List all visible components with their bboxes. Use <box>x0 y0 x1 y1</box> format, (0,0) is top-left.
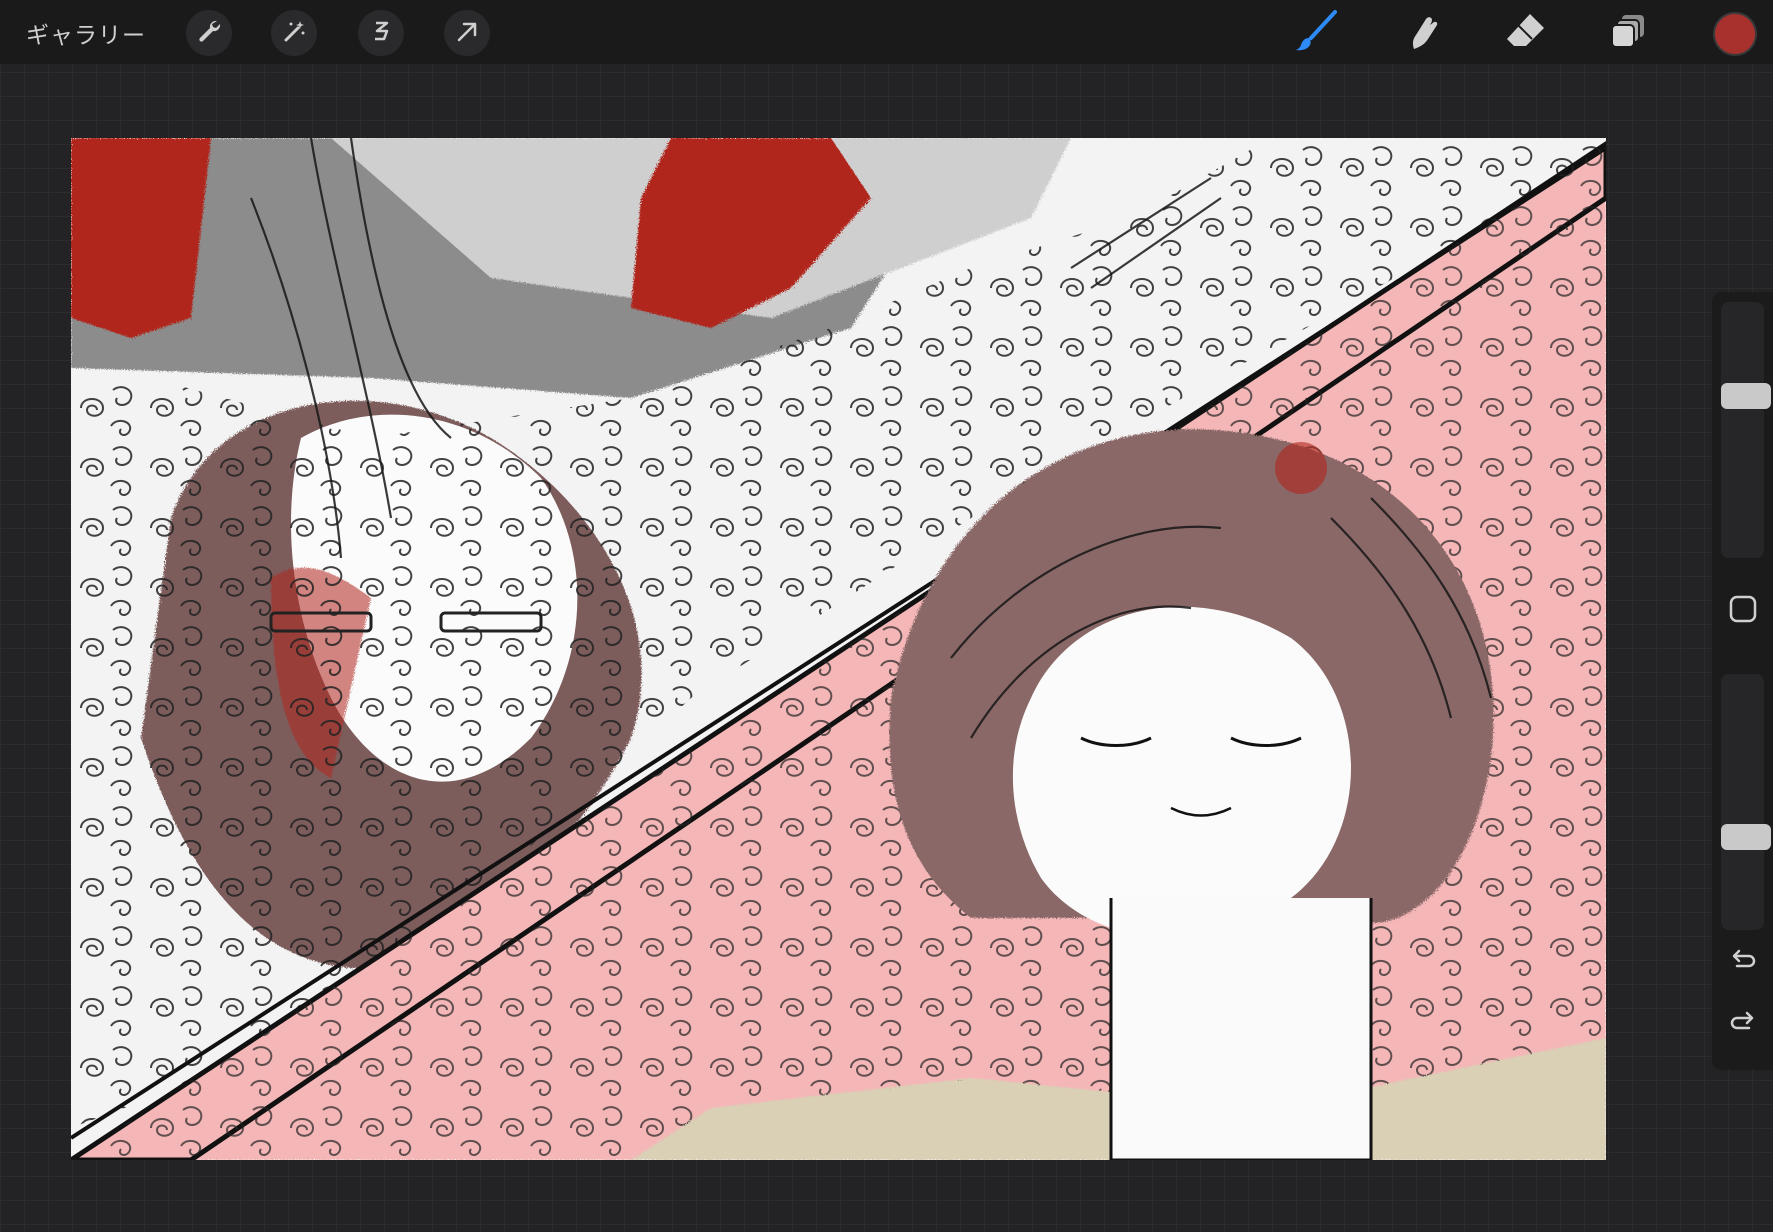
selection-button[interactable] <box>358 10 404 56</box>
redo-button[interactable] <box>1728 1008 1758 1038</box>
brush-icon <box>1294 9 1338 57</box>
gallery-button[interactable]: ギャラリー <box>26 16 146 50</box>
color-swatch-button[interactable] <box>1715 14 1755 54</box>
eraser-icon <box>1504 10 1546 56</box>
drawing-canvas[interactable] <box>71 138 1606 1160</box>
layers-button[interactable] <box>1603 8 1653 58</box>
brush-button[interactable] <box>1291 8 1341 58</box>
wrench-icon <box>196 18 222 48</box>
brush-size-slider[interactable] <box>1721 302 1771 558</box>
magic-wand-icon <box>281 18 307 48</box>
procreate-app: ギャラリー <box>0 0 1773 1232</box>
transform-arrow-icon <box>454 18 480 48</box>
modifier-button[interactable] <box>1728 595 1758 627</box>
undo-button[interactable] <box>1728 946 1758 976</box>
top-toolbar: ギャラリー <box>0 0 1773 64</box>
undo-icon <box>1729 945 1757 977</box>
selection-icon <box>368 18 394 48</box>
artwork <box>71 138 1606 1160</box>
redo-icon <box>1729 1007 1757 1039</box>
smudge-icon <box>1400 11 1440 55</box>
opacity-slider[interactable] <box>1721 674 1771 930</box>
brush-sidebar <box>1712 292 1773 1070</box>
modifier-square-icon <box>1729 595 1757 627</box>
smudge-button[interactable] <box>1395 8 1445 58</box>
adjustments-button[interactable] <box>271 10 317 56</box>
layers-icon <box>1608 11 1648 55</box>
brush-size-slider-thumb[interactable] <box>1721 383 1771 409</box>
eraser-button[interactable] <box>1500 8 1550 58</box>
actions-button[interactable] <box>186 10 232 56</box>
opacity-slider-thumb[interactable] <box>1721 824 1771 850</box>
transform-button[interactable] <box>444 10 490 56</box>
